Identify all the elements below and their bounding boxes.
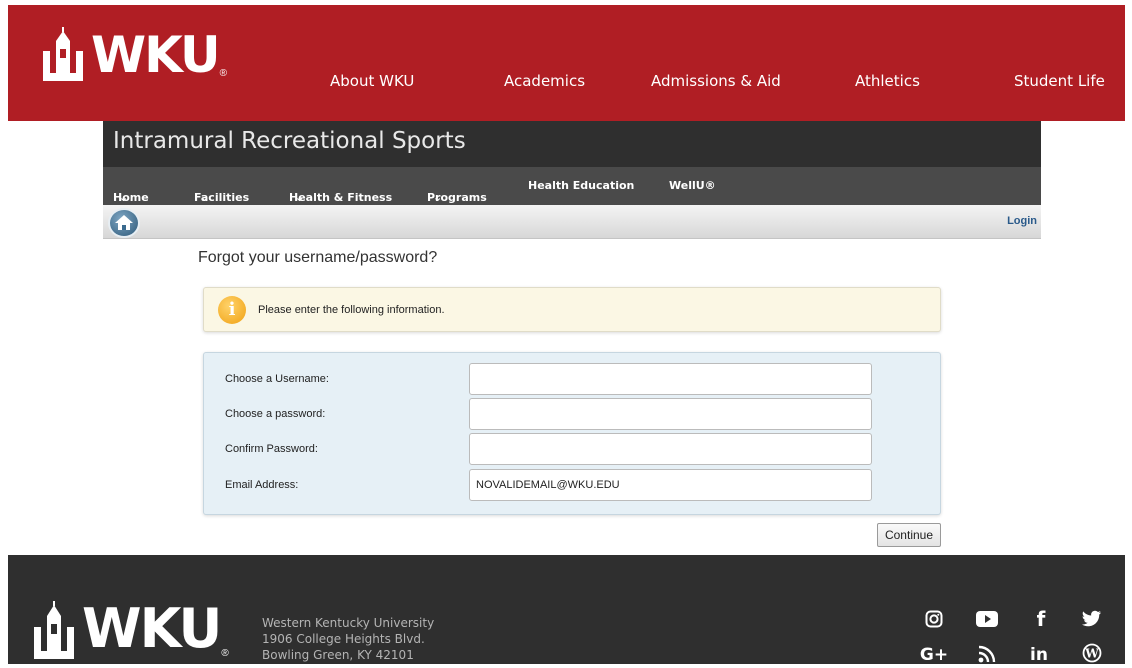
account-form: Choose a Username: Choose a password: Co…	[203, 352, 941, 515]
nav-student-life[interactable]: Student Life	[1014, 72, 1105, 90]
svg-text:W: W	[1084, 647, 1099, 661]
email-label: Email Address:	[225, 479, 299, 491]
login-link[interactable]: Login	[1007, 215, 1037, 227]
site-footer: WKU ® Western Kentucky University 1906 C…	[8, 555, 1125, 665]
twitter-icon[interactable]	[1079, 610, 1105, 632]
chevron-down-icon: ⌄	[119, 191, 129, 204]
cupola-logo-icon	[32, 601, 76, 659]
continue-button[interactable]: Continue	[877, 523, 941, 547]
username-label: Choose a Username:	[225, 373, 329, 385]
username-input[interactable]	[469, 363, 872, 395]
footer-registered-mark: ®	[221, 648, 229, 659]
footer-logo-wordmark: WKU	[82, 597, 222, 660]
chevron-down-icon: ⌄	[433, 191, 443, 204]
confirm-password-input[interactable]	[469, 433, 872, 465]
nav-admissions[interactable]: Admissions & Aid	[651, 72, 781, 90]
address-line: Bowling Green, KY 42101	[262, 648, 414, 662]
footer-wku-logo[interactable]: WKU ®	[32, 599, 229, 659]
nav-about[interactable]: About WKU	[330, 72, 414, 90]
youtube-icon[interactable]	[974, 611, 1000, 632]
chevron-down-icon: ⌄	[295, 191, 305, 204]
site-header: WKU ® About WKU Academics Admissions & A…	[8, 5, 1125, 121]
subnav-health-education[interactable]: Health Education	[528, 179, 634, 192]
subnav-health-fitness-label: Health & Fitness	[289, 191, 393, 204]
password-label: Choose a password:	[225, 408, 326, 420]
nav-athletics[interactable]: Athletics	[855, 72, 920, 90]
page-title: Forgot your username/password?	[198, 249, 438, 266]
confirm-password-label: Confirm Password:	[225, 443, 318, 455]
toolbar-strip: Login	[103, 205, 1041, 239]
nav-academics[interactable]: Academics	[504, 72, 585, 90]
linkedin-icon[interactable]: in	[1026, 645, 1052, 665]
info-icon: i	[218, 296, 246, 324]
wordpress-icon[interactable]: W	[1079, 643, 1105, 668]
facebook-icon[interactable]: f	[1028, 607, 1054, 631]
address-line: Western Kentucky University	[262, 616, 435, 630]
email-input[interactable]: NOVALIDEMAIL@WKU.EDU	[469, 469, 872, 501]
subnav-wellu[interactable]: WellU®	[669, 179, 716, 192]
password-input[interactable]	[469, 398, 872, 430]
site-title[interactable]: Intramural Recreational Sports	[113, 128, 466, 154]
home-icon[interactable]	[108, 208, 140, 238]
google-plus-icon[interactable]: G+	[919, 645, 949, 665]
info-message: Please enter the following information.	[258, 304, 445, 316]
main-nav: About WKU Academics Admissions & Aid Ath…	[8, 72, 1125, 96]
footer-address: Western Kentucky University 1906 College…	[262, 615, 434, 663]
instagram-icon[interactable]	[921, 610, 947, 633]
site-banner: Intramural Recreational Sports	[103, 121, 1041, 167]
site-subnav: Home ⌄ Facilities ⌄ Health & Fitness ⌄ Prog…	[103, 167, 1041, 205]
address-line: 1906 College Heights Blvd.	[262, 632, 425, 646]
chevron-down-icon: ⌄	[200, 191, 210, 204]
rss-icon[interactable]	[974, 645, 1000, 668]
info-message-box: i Please enter the following information…	[203, 287, 941, 332]
